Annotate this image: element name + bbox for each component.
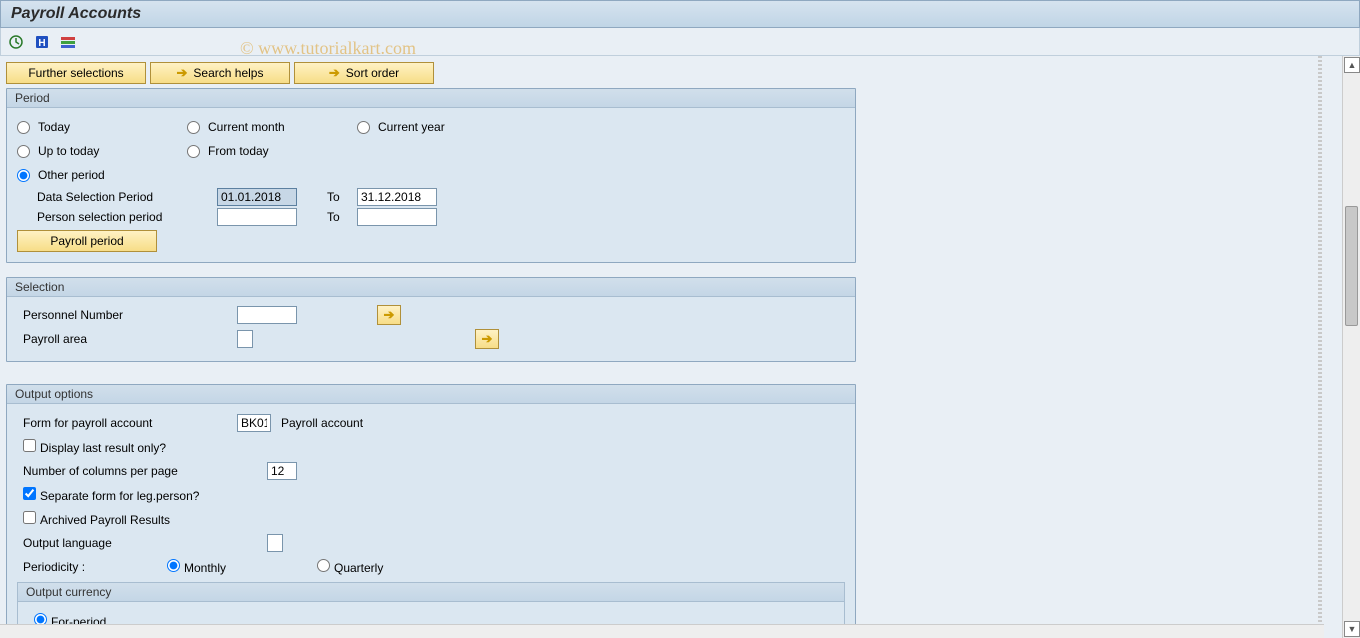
- page-title: Payroll Accounts: [0, 0, 1360, 28]
- output-legend: Output options: [7, 385, 855, 404]
- payroll-area-multi-button[interactable]: ➔: [475, 329, 499, 349]
- period-row-2: Up to today From today: [17, 140, 845, 162]
- output-group: Output options Form for payroll account …: [6, 384, 856, 638]
- radio-current-month[interactable]: Current month: [187, 120, 357, 134]
- main-form: Further selections ➔ Search helps ➔ Sort…: [6, 62, 856, 638]
- person-selection-label: Person selection period: [17, 210, 217, 224]
- period-row-3: Other period: [17, 164, 845, 186]
- archived-checkbox[interactable]: Archived Payroll Results: [17, 511, 170, 527]
- num-cols-row: Number of columns per page: [17, 460, 845, 482]
- radio-label: From today: [208, 144, 269, 158]
- archived-row: Archived Payroll Results: [17, 508, 845, 530]
- handle-divider[interactable]: [1318, 56, 1322, 624]
- radio-label: Current month: [208, 120, 285, 134]
- to-label: To: [297, 190, 357, 204]
- person-selection-to-input[interactable]: [357, 208, 437, 226]
- display-last-checkbox[interactable]: Display last result only?: [17, 439, 166, 455]
- radio-up-to-today[interactable]: Up to today: [17, 144, 187, 158]
- payroll-area-label: Payroll area: [17, 332, 237, 346]
- svg-text:H: H: [38, 38, 45, 49]
- form-row: Form for payroll account Payroll account: [17, 412, 845, 434]
- search-helps-button[interactable]: ➔ Search helps: [150, 62, 290, 84]
- scroll-down-icon[interactable]: ▼: [1344, 621, 1360, 637]
- num-cols-input[interactable]: [267, 462, 297, 480]
- radio-label: Up to today: [38, 144, 99, 158]
- radio-other-period[interactable]: Other period: [17, 168, 187, 182]
- scroll-thumb[interactable]: [1345, 206, 1358, 326]
- personnel-number-label: Personnel Number: [17, 308, 237, 322]
- execute-icon[interactable]: [7, 33, 25, 51]
- arrow-right-icon: ➔: [482, 331, 493, 347]
- num-cols-label: Number of columns per page: [17, 464, 267, 478]
- sort-order-button[interactable]: ➔ Sort order: [294, 62, 434, 84]
- selection-toolbar: Further selections ➔ Search helps ➔ Sort…: [6, 62, 856, 84]
- button-label: Sort order: [346, 66, 399, 80]
- period-row-1: Today Current month Current year: [17, 116, 845, 138]
- personnel-number-row: Personnel Number ➔: [17, 305, 845, 325]
- selection-body: Personnel Number ➔ Payroll area ➔: [7, 297, 855, 361]
- separate-form-checkbox[interactable]: Separate form for leg.person?: [17, 487, 199, 503]
- radio-today[interactable]: Today: [17, 120, 187, 134]
- selection-legend: Selection: [7, 278, 855, 297]
- payroll-area-row: Payroll area ➔: [17, 329, 845, 349]
- output-lang-row: Output language: [17, 532, 845, 554]
- payroll-period-row: Payroll period: [17, 230, 845, 252]
- checkbox-label: Display last result only?: [40, 441, 166, 455]
- info-icon[interactable]: H: [33, 33, 51, 51]
- personnel-number-multi-button[interactable]: ➔: [377, 305, 401, 325]
- person-selection-row: Person selection period To: [17, 208, 845, 226]
- display-last-row: Display last result only?: [17, 436, 845, 458]
- periodicity-row: Periodicity : Monthly Quarterly: [17, 556, 845, 578]
- data-selection-row: Data Selection Period To: [17, 188, 845, 206]
- button-label: Payroll period: [50, 234, 123, 248]
- button-label: Search helps: [193, 66, 263, 80]
- scroll-up-icon[interactable]: ▲: [1344, 57, 1360, 73]
- checkbox-label: Archived Payroll Results: [40, 513, 170, 527]
- radio-current-year[interactable]: Current year: [357, 120, 527, 134]
- to-label: To: [297, 210, 357, 224]
- checkbox-label: Separate form for leg.person?: [40, 489, 199, 503]
- output-currency-legend: Output currency: [18, 583, 844, 602]
- arrow-right-icon: ➔: [329, 65, 340, 81]
- radio-label: Monthly: [184, 561, 226, 575]
- personnel-number-input[interactable]: [237, 306, 297, 324]
- form-desc: Payroll account: [281, 416, 363, 430]
- form-input[interactable]: [237, 414, 271, 432]
- periodicity-label: Periodicity :: [17, 560, 167, 574]
- person-selection-from-input[interactable]: [217, 208, 297, 226]
- content-area: Further selections ➔ Search helps ➔ Sort…: [0, 56, 1360, 638]
- radio-label: Current year: [378, 120, 445, 134]
- data-selection-to-input[interactable]: [357, 188, 437, 206]
- arrow-right-icon: ➔: [384, 307, 395, 323]
- selection-group: Selection Personnel Number ➔ Payroll are…: [6, 277, 856, 362]
- radio-quarterly[interactable]: Quarterly: [317, 559, 383, 575]
- output-body: Form for payroll account Payroll account…: [7, 404, 855, 638]
- multicolor-icon[interactable]: [59, 33, 77, 51]
- button-label: Further selections: [28, 66, 123, 80]
- scroll-inner: Further selections ➔ Search helps ➔ Sort…: [0, 56, 1342, 638]
- radio-label: Today: [38, 120, 70, 134]
- separate-form-row: Separate form for leg.person?: [17, 484, 845, 506]
- output-lang-input[interactable]: [267, 534, 283, 552]
- radio-from-today[interactable]: From today: [187, 144, 357, 158]
- output-lang-label: Output language: [17, 536, 267, 550]
- arrow-right-icon: ➔: [177, 65, 188, 81]
- data-selection-from-input[interactable]: [217, 188, 297, 206]
- period-group: Period Today Current month Current year …: [6, 88, 856, 263]
- radio-label: Quarterly: [334, 561, 383, 575]
- data-selection-label: Data Selection Period: [17, 190, 217, 204]
- period-legend: Period: [7, 89, 855, 108]
- period-body: Today Current month Current year Up to t…: [7, 108, 855, 262]
- radio-monthly[interactable]: Monthly: [167, 559, 317, 575]
- payroll-area-input[interactable]: [237, 330, 253, 348]
- outer-vertical-scrollbar[interactable]: ▲ ▼: [1342, 56, 1360, 638]
- further-selections-button[interactable]: Further selections: [6, 62, 146, 84]
- app-toolbar: H: [0, 28, 1360, 56]
- radio-label: Other period: [38, 168, 105, 182]
- payroll-period-button[interactable]: Payroll period: [17, 230, 157, 252]
- form-label: Form for payroll account: [17, 416, 237, 430]
